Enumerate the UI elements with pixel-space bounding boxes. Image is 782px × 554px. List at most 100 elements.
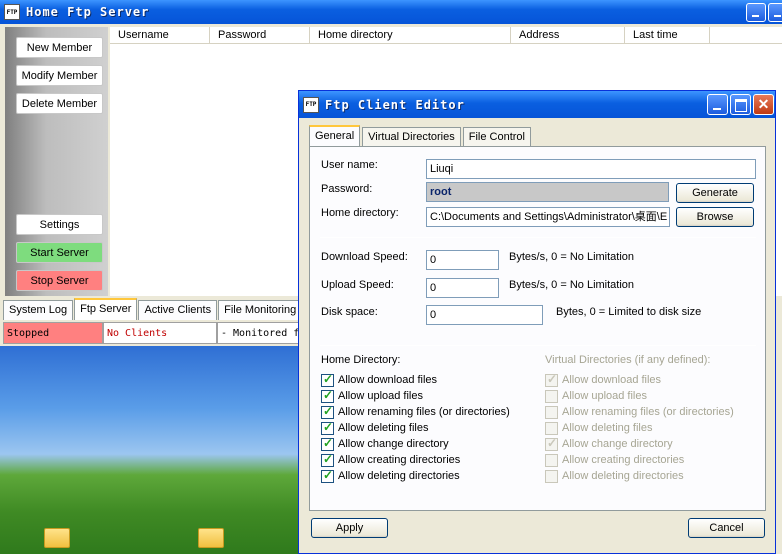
checkbox-icon <box>321 420 334 435</box>
column-header-address[interactable]: Address <box>511 27 625 43</box>
tab-ftp-server[interactable]: Ftp Server <box>74 298 138 320</box>
column-header-username[interactable]: Username <box>110 27 210 43</box>
home-directory-section-title: Home Directory: <box>321 354 401 366</box>
disk-space-hint: Bytes, 0 = Limited to disk size <box>556 306 702 318</box>
dialog-titlebar[interactable]: FTP Ftp Client Editor ✕ <box>299 91 775 118</box>
divider <box>320 237 756 238</box>
home-allow-deleting-files-checkbox[interactable]: Allow deleting files <box>321 420 429 436</box>
checkbox-label: Allow renaming files (or directories) <box>562 406 734 418</box>
upload-speed-input[interactable]: 0 <box>426 278 499 298</box>
checkbox-icon <box>321 372 334 387</box>
clients-status: No Clients <box>103 322 217 344</box>
virtual-allow-download-checkbox: Allow download files <box>545 372 661 388</box>
download-speed-label: Download Speed: <box>321 251 408 263</box>
delete-member-button[interactable]: Delete Member <box>16 93 103 114</box>
virtual-allow-deleting-dirs-checkbox: Allow deleting directories <box>545 468 684 484</box>
settings-button[interactable]: Settings <box>16 214 103 235</box>
new-member-button[interactable]: New Member <box>16 37 103 58</box>
checkbox-icon <box>545 372 558 387</box>
checkbox-label: Allow deleting files <box>562 422 653 434</box>
checkbox-icon <box>321 452 334 467</box>
disk-space-label: Disk space: <box>321 306 378 318</box>
tab-general[interactable]: General <box>309 125 361 147</box>
upload-speed-hint: Bytes/s, 0 = No Limitation <box>509 279 635 291</box>
virtual-allow-deleting-files-checkbox: Allow deleting files <box>545 420 653 436</box>
divider <box>320 345 756 346</box>
home-allow-change-dir-checkbox[interactable]: Allow change directory <box>321 436 449 452</box>
disk-space-input[interactable]: 0 <box>426 305 543 325</box>
column-header-filler <box>710 27 782 43</box>
home-directory-input[interactable]: C:\Documents and Settings\Administrator\… <box>426 207 670 227</box>
dialog-tab-strip: General Virtual Directories File Control <box>309 125 533 147</box>
tab-active-clients[interactable]: Active Clients <box>138 300 218 320</box>
table-header: Username Password Home directory Address… <box>110 27 782 44</box>
checkbox-label: Allow download files <box>562 374 662 386</box>
browse-button[interactable]: Browse <box>676 207 754 227</box>
checkbox-label: Allow creating directories <box>338 454 461 466</box>
checkbox-label: Allow creating directories <box>562 454 685 466</box>
password-input[interactable]: root <box>426 182 669 202</box>
folder-icon[interactable] <box>44 528 70 548</box>
home-directory-label: Home directory: <box>321 207 399 219</box>
generate-button[interactable]: Generate <box>676 183 754 203</box>
checkbox-icon <box>545 469 558 483</box>
home-allow-deleting-dirs-checkbox[interactable]: Allow deleting directories <box>321 468 460 484</box>
password-label: Password: <box>321 183 373 195</box>
username-label: User name: <box>321 159 378 171</box>
ftp-app-icon: FTP <box>4 4 20 20</box>
virtual-directories-section-title: Virtual Directories (if any defined): <box>545 354 711 366</box>
column-header-last-time[interactable]: Last time <box>625 27 710 43</box>
upload-speed-label: Upload Speed: <box>321 279 394 291</box>
minimize-button[interactable] <box>707 94 728 115</box>
download-speed-input[interactable]: 0 <box>426 250 499 270</box>
checkbox-icon <box>321 468 334 483</box>
close-icon: ✕ <box>757 96 770 112</box>
ftp-app-icon: FTP <box>303 96 319 113</box>
checkbox-icon <box>545 436 558 451</box>
bottom-tab-strip: System Log Ftp Server Active Clients Fil… <box>3 298 303 320</box>
home-allow-creating-dirs-checkbox[interactable]: Allow creating directories <box>321 452 460 468</box>
minimize-button[interactable] <box>746 3 766 22</box>
virtual-allow-change-dir-checkbox: Allow change directory <box>545 436 673 452</box>
apply-button[interactable]: Apply <box>311 518 388 538</box>
tab-file-monitoring[interactable]: File Monitoring <box>218 300 303 320</box>
checkbox-icon <box>545 421 558 435</box>
checkbox-label: Allow change directory <box>562 438 673 450</box>
virtual-allow-upload-checkbox: Allow upload files <box>545 388 647 404</box>
home-allow-upload-checkbox[interactable]: Allow upload files <box>321 388 423 404</box>
column-header-home-directory[interactable]: Home directory <box>310 27 511 43</box>
stop-server-button[interactable]: Stop Server <box>16 270 103 291</box>
general-tab-panel: User name: Liuqi Password: root Generate… <box>309 146 766 511</box>
sidebar: New Member Modify Member Delete Member S… <box>5 27 108 296</box>
download-speed-hint: Bytes/s, 0 = No Limitation <box>509 251 635 263</box>
maximize-button[interactable] <box>730 94 751 115</box>
server-status: Stopped <box>3 322 103 344</box>
checkbox-label: Allow change directory <box>338 438 449 450</box>
minimize-button-2[interactable] <box>768 3 782 22</box>
folder-icon[interactable] <box>198 528 224 548</box>
virtual-allow-renaming-checkbox: Allow renaming files (or directories) <box>545 404 734 420</box>
checkbox-icon <box>321 404 334 419</box>
main-titlebar[interactable]: FTP Home Ftp Server <box>0 0 782 24</box>
tab-system-log[interactable]: System Log <box>3 300 74 320</box>
checkbox-label: Allow upload files <box>338 390 423 402</box>
checkbox-icon <box>321 436 334 451</box>
checkbox-icon <box>545 453 558 467</box>
checkbox-label: Allow renaming files (or directories) <box>338 406 510 418</box>
start-server-button[interactable]: Start Server <box>16 242 103 263</box>
home-allow-renaming-checkbox[interactable]: Allow renaming files (or directories) <box>321 404 510 420</box>
username-input[interactable]: Liuqi <box>426 159 756 179</box>
checkbox-icon <box>545 389 558 403</box>
ftp-client-editor-dialog: FTP Ftp Client Editor ✕ General Virtual … <box>298 90 776 554</box>
home-allow-download-checkbox[interactable]: Allow download files <box>321 372 437 388</box>
tab-file-control[interactable]: File Control <box>462 127 531 147</box>
close-button[interactable]: ✕ <box>753 94 774 115</box>
modify-member-button[interactable]: Modify Member <box>16 65 103 86</box>
checkbox-icon <box>545 405 558 419</box>
cancel-button[interactable]: Cancel <box>688 518 765 538</box>
dialog-title: Ftp Client Editor <box>325 97 465 112</box>
tab-virtual-directories[interactable]: Virtual Directories <box>362 127 461 147</box>
password-value: root <box>430 186 452 198</box>
window-title: Home Ftp Server <box>26 5 150 19</box>
column-header-password[interactable]: Password <box>210 27 310 43</box>
